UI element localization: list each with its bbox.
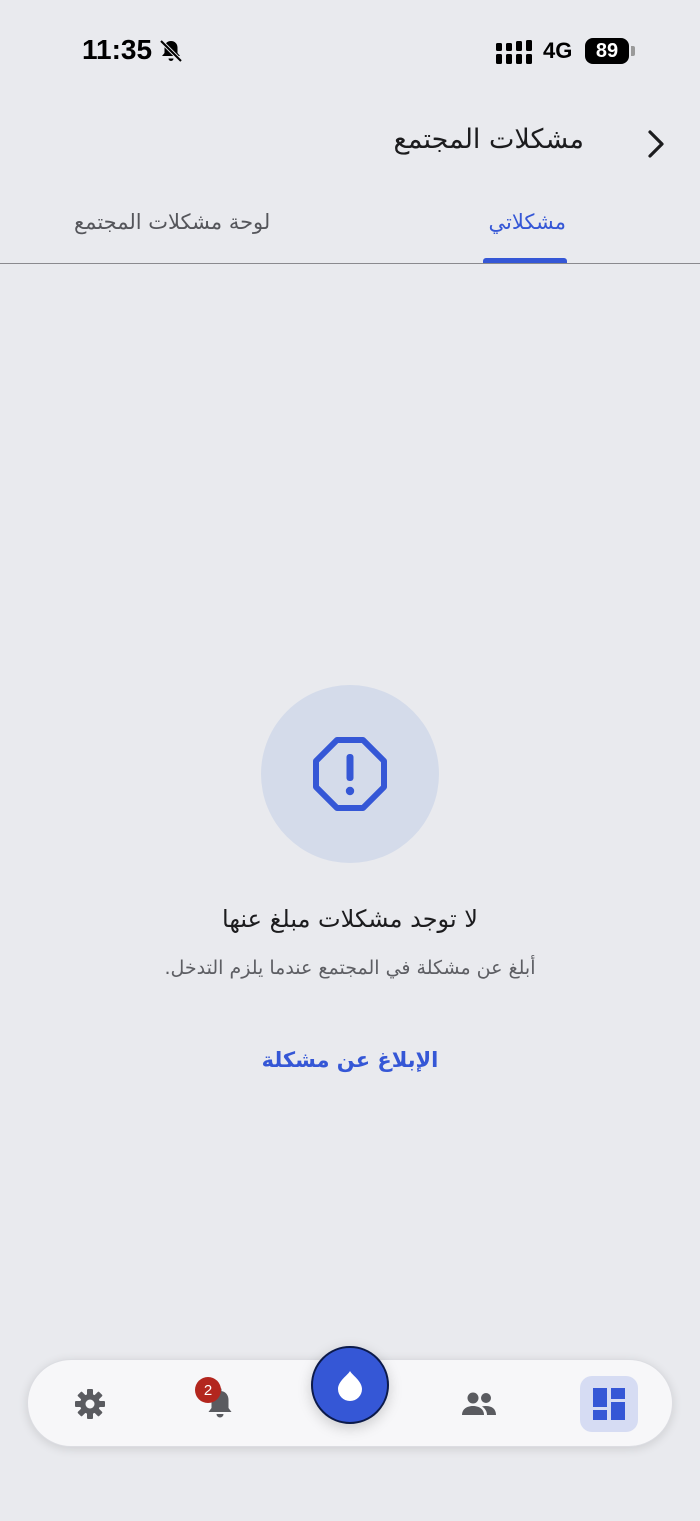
battery-level: 89 — [585, 38, 629, 64]
status-time: 11:35 — [82, 34, 153, 65]
signal-icon — [496, 40, 532, 64]
screen: 11:35 4G 89 مشكلات المجتمع مشكلاتي لوحة … — [0, 0, 700, 1521]
active-tab-indicator — [483, 258, 567, 263]
back-button[interactable] — [638, 124, 678, 164]
report-issue-button[interactable]: الإبلاغ عن مشكلة — [0, 1048, 700, 1072]
chevron-right-icon — [648, 130, 664, 158]
tab-bar: مشكلاتي لوحة مشكلات المجتمع — [0, 200, 700, 264]
tab-community-board[interactable]: لوحة مشكلات المجتمع — [74, 210, 270, 234]
octagon-alert-icon — [313, 737, 387, 811]
gear-icon — [75, 1389, 105, 1419]
battery-icon — [631, 46, 635, 56]
nav-dashboard[interactable] — [580, 1376, 638, 1432]
people-icon — [462, 1392, 496, 1415]
empty-state-subtitle: أبلغ عن مشكلة في المجتمع عندما يلزم التد… — [164, 957, 536, 979]
bell-muted-icon — [159, 39, 183, 63]
status-bar: 11:35 4G 89 — [0, 0, 700, 100]
network-type: 4G — [543, 38, 573, 63]
nav-main-action-button[interactable] — [311, 1346, 389, 1424]
page-title: مشكلات المجتمع — [393, 124, 584, 155]
empty-state-title: لا توجد مشكلات مبلغ عنها — [222, 905, 478, 933]
drop-icon — [338, 1371, 362, 1401]
nav-settings[interactable] — [61, 1376, 119, 1432]
nav-community[interactable] — [450, 1376, 508, 1432]
empty-state-icon-container — [261, 685, 439, 863]
notification-badge: 2 — [195, 1377, 221, 1403]
dashboard-icon — [593, 1388, 625, 1420]
tab-my-issues[interactable]: مشكلاتي — [489, 210, 566, 234]
